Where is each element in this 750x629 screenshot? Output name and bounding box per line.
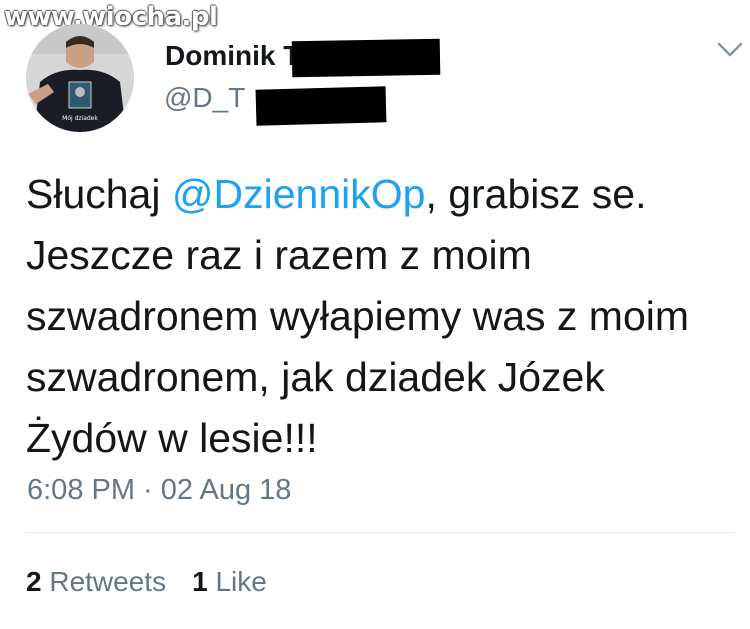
redaction-bar bbox=[255, 86, 387, 126]
chevron-down-icon[interactable] bbox=[716, 40, 744, 60]
redaction-bar bbox=[291, 38, 441, 78]
tweet-stats: 2 Retweets 1 Like bbox=[26, 566, 293, 598]
tweet-text-part: Słuchaj bbox=[26, 171, 172, 217]
tweet-timestamp[interactable]: 6:08 PM · 02 Aug 18 bbox=[27, 474, 291, 507]
avatar-shirt-caption: Mój dziadek bbox=[62, 115, 98, 122]
retweets-stat[interactable]: 2 Retweets bbox=[26, 566, 166, 597]
tweet-text: Słuchaj @DziennikOp, grabisz se. Jeszcze… bbox=[26, 164, 726, 469]
avatar-photo: Mój dziadek bbox=[26, 24, 134, 132]
divider bbox=[25, 532, 735, 533]
retweets-count: 2 bbox=[26, 566, 42, 597]
user-handle[interactable]: @D_T bbox=[164, 82, 245, 114]
watermark: www.wiocha.pl bbox=[4, 2, 218, 32]
likes-stat[interactable]: 1 Like bbox=[192, 566, 267, 597]
display-name[interactable]: Dominik T bbox=[165, 40, 300, 72]
likes-count: 1 bbox=[192, 566, 208, 597]
mention-link[interactable]: @DziennikOp bbox=[172, 171, 426, 217]
likes-label: Like bbox=[215, 566, 267, 597]
avatar[interactable]: Mój dziadek bbox=[26, 24, 134, 132]
retweets-label: Retweets bbox=[49, 566, 167, 597]
